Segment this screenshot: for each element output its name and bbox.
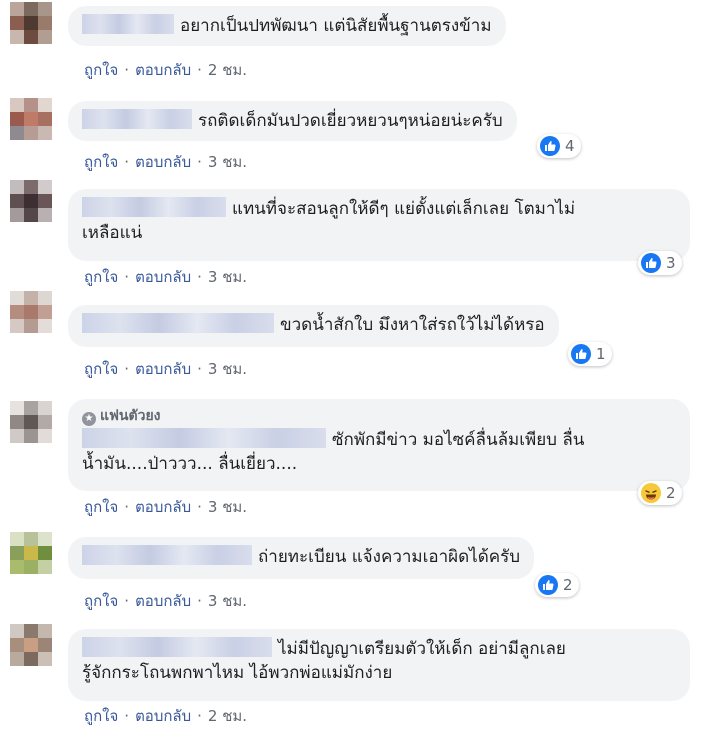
comment-actions: ถูกใจ · ตอบกลับ · 2 ชม.: [84, 707, 248, 725]
reaction-count: 1: [596, 345, 606, 363]
reaction-summary[interactable]: 2: [535, 573, 579, 597]
avatar[interactable]: [10, 2, 52, 44]
reaction-count: 2: [666, 484, 676, 502]
comment-timestamp[interactable]: 2 ชม.: [208, 707, 247, 725]
reaction-summary[interactable]: 4: [537, 134, 581, 158]
comment-actions: ถูกใจ · ตอบกลับ · 3 ชม.: [84, 592, 248, 610]
comment-timestamp[interactable]: 2 ชม.: [208, 61, 247, 79]
comment-timestamp[interactable]: 3 ชม.: [208, 268, 247, 286]
comment-text-continued: รู้จักกระโถนพกพาไหม ไอ้พวกพ่อแม่มักง่าย: [82, 663, 393, 683]
reaction-count: 4: [565, 137, 575, 155]
reaction-summary[interactable]: 3: [638, 251, 682, 275]
reply-link[interactable]: ตอบกลับ: [135, 268, 191, 286]
avatar[interactable]: [10, 532, 52, 574]
like-link[interactable]: ถูกใจ: [84, 153, 118, 171]
comment-text-continued: เหลือแน่: [82, 223, 143, 243]
comment-bubble: ★ แฟนตัวยง ซักพักมีข่าว มอไซค์ลื่นล้มเพีย…: [68, 399, 690, 491]
like-icon: [641, 253, 661, 273]
comment-text: ถ่ายทะเบียน แจ้งความเอาผิดได้ครับ: [258, 547, 521, 567]
commenter-name[interactable]: [82, 109, 192, 129]
like-icon: [538, 575, 558, 595]
like-link[interactable]: ถูกใจ: [84, 61, 118, 79]
comment-actions: ถูกใจ · ตอบกลับ · 3 ชม.: [84, 153, 248, 171]
reaction-count: 3: [666, 254, 676, 272]
reply-link[interactable]: ตอบกลับ: [135, 592, 191, 610]
comment-bubble: ไม่มีปัญญาเตรียมตัวให้เด็ก อย่ามีลูกเลย …: [68, 629, 690, 701]
comment-bubble: อยากเป็นปทพัฒนา แต่นิสัยพื้นฐานตรงข้าม: [68, 6, 506, 46]
avatar[interactable]: [10, 291, 52, 333]
commenter-name[interactable]: [82, 428, 326, 448]
haha-icon: [641, 483, 661, 503]
avatar[interactable]: [10, 180, 52, 222]
comment-timestamp[interactable]: 3 ชม.: [208, 153, 247, 171]
comment-timestamp[interactable]: 3 ชม.: [208, 592, 247, 610]
like-link[interactable]: ถูกใจ: [84, 592, 118, 610]
comment-bubble: รถติดเด็กมันปวดเยี่ยวหยวนๆหน่อยน่ะครับ: [68, 101, 517, 141]
comment-timestamp[interactable]: 3 ชม.: [208, 498, 247, 516]
reaction-summary[interactable]: 2: [638, 481, 682, 505]
reply-link[interactable]: ตอบกลับ: [135, 360, 191, 378]
commenter-name[interactable]: [82, 14, 174, 34]
like-link[interactable]: ถูกใจ: [84, 707, 118, 725]
badge-label: แฟนตัวยง: [100, 408, 161, 424]
commenter-name[interactable]: [82, 313, 274, 333]
comment-text: อยากเป็นปทพัฒนา แต่นิสัยพื้นฐานตรงข้าม: [180, 16, 492, 36]
comment-actions: ถูกใจ · ตอบกลับ · 2 ชม.: [84, 61, 248, 79]
comment-text: ไม่มีปัญญาเตรียมตัวให้เด็ก อย่ามีลูกเลย: [278, 639, 566, 659]
comment-actions: ถูกใจ · ตอบกลับ · 3 ชม.: [84, 498, 248, 516]
comment-bubble: ถ่ายทะเบียน แจ้งความเอาผิดได้ครับ: [68, 537, 535, 579]
like-link[interactable]: ถูกใจ: [84, 360, 118, 378]
comment-bubble: แทนที่จะสอนลูกให้ดีๆ แย่ตั้งแต่เล็กเลย โ…: [68, 189, 690, 261]
reply-link[interactable]: ตอบกลับ: [135, 498, 191, 516]
commenter-name[interactable]: [82, 197, 226, 217]
avatar[interactable]: [10, 401, 52, 443]
comment-actions: ถูกใจ · ตอบกลับ · 3 ชม.: [84, 268, 248, 286]
comment-text: ซักพักมีข่าว มอไซค์ลื่นล้มเพียบ ลื่น: [332, 430, 585, 450]
like-link[interactable]: ถูกใจ: [84, 498, 118, 516]
comment-text-continued: น้ำมัน....ป่าววว... ลื่นเยี่ยว....: [82, 454, 298, 474]
reply-link[interactable]: ตอบกลับ: [135, 153, 191, 171]
commenter-name[interactable]: [82, 637, 272, 657]
like-link[interactable]: ถูกใจ: [84, 268, 118, 286]
comment-text: รถติดเด็กมันปวดเยี่ยวหยวนๆหน่อยน่ะครับ: [198, 111, 503, 131]
like-icon: [571, 344, 591, 364]
reply-link[interactable]: ตอบกลับ: [135, 61, 191, 79]
reply-link[interactable]: ตอบกลับ: [135, 707, 191, 725]
avatar[interactable]: [10, 624, 52, 666]
top-fan-badge: ★ แฟนตัวยง: [82, 407, 676, 426]
comment-timestamp[interactable]: 3 ชม.: [208, 360, 247, 378]
like-icon: [540, 136, 560, 156]
comment-actions: ถูกใจ · ตอบกลับ · 3 ชม.: [84, 360, 248, 378]
commenter-name[interactable]: [82, 545, 252, 565]
comment-text: ขวดน้ำสักใบ มึงหาใส่รถใว้ไม่ได้หรอ: [280, 315, 545, 335]
star-icon: ★: [82, 412, 96, 426]
avatar[interactable]: [10, 98, 52, 140]
comment-text: แทนที่จะสอนลูกให้ดีๆ แย่ตั้งแต่เล็กเลย โ…: [232, 199, 576, 219]
reaction-summary[interactable]: 1: [568, 342, 612, 366]
reaction-count: 2: [563, 576, 573, 594]
comment-bubble: ขวดน้ำสักใบ มึงหาใส่รถใว้ไม่ได้หรอ: [68, 305, 559, 347]
